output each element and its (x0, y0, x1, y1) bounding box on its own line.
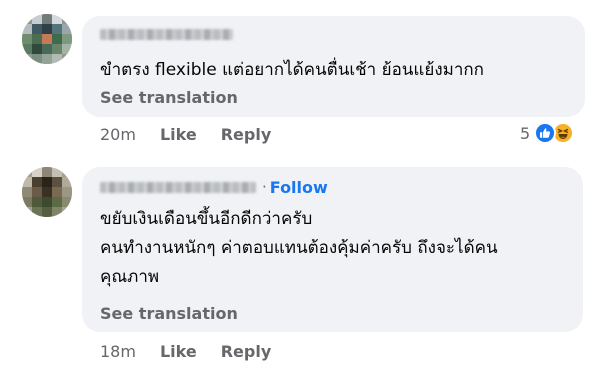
comment-actions: 18m Like Reply (100, 340, 271, 362)
follow-separator: · (262, 178, 267, 196)
like-button[interactable]: Like (160, 342, 197, 361)
author-name-row (100, 24, 233, 44)
author-name[interactable] (100, 28, 233, 40)
author-name[interactable] (100, 181, 256, 193)
comment-time[interactable]: 18m (100, 342, 136, 361)
author-name-row: · Follow (100, 177, 328, 197)
avatar[interactable] (22, 167, 72, 217)
reply-button[interactable]: Reply (221, 125, 272, 144)
comment-bubble: · Follow ขยับเงินเดือนขึ้นอีกดีกว่าครับ … (82, 167, 583, 332)
reply-button[interactable]: Reply (221, 342, 272, 361)
comment-bubble: ขำตรง flexible แต่อยากได้คนตื่นเช้า ย้อน… (82, 16, 585, 117)
comment-actions: 20m Like Reply (100, 123, 271, 145)
comment-text: ขยับเงินเดือนขึ้นอีกดีกว่าครับ คนทำงานหน… (100, 209, 498, 287)
see-translation-link[interactable]: See translation (100, 88, 238, 107)
reaction-count: 5 (520, 123, 531, 143)
like-button[interactable]: Like (160, 125, 197, 144)
like-icon (534, 122, 557, 144)
follow-button[interactable]: Follow (270, 178, 328, 197)
comment-text: ขำตรง flexible แต่อยากได้คนตื่นเช้า ย้อน… (100, 60, 484, 80)
see-translation-link[interactable]: See translation (100, 304, 238, 323)
avatar[interactable] (22, 14, 72, 64)
comment-time[interactable]: 20m (100, 125, 136, 144)
reactions-summary[interactable]: 5 (520, 122, 575, 144)
